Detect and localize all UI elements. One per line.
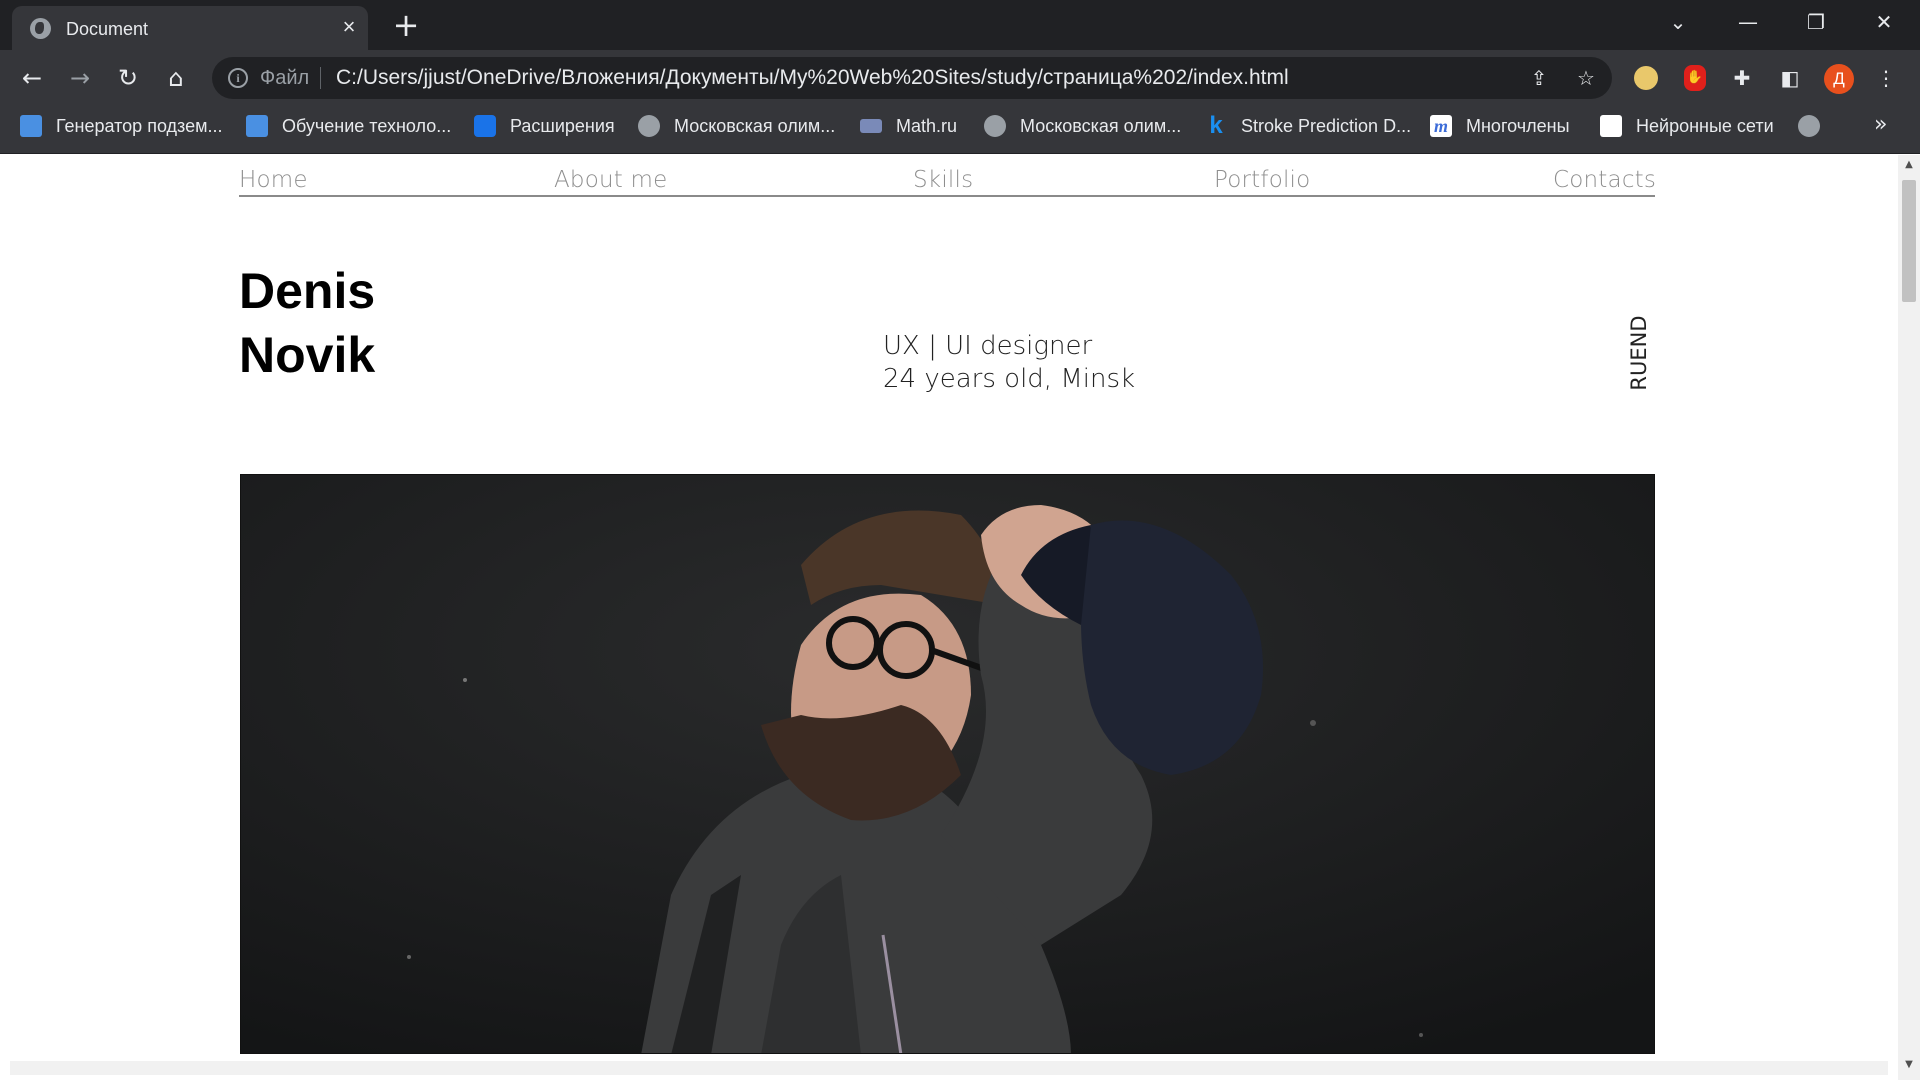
bookmark-item[interactable]: Math.ru (860, 106, 957, 146)
bookmark-item[interactable]: Московская олим... (984, 106, 1181, 146)
last-name: Novik (239, 327, 376, 383)
close-window-button[interactable]: ✕ (1864, 6, 1904, 38)
bookmark-item[interactable]: Московская олим... (638, 106, 835, 146)
globe-icon (638, 115, 660, 137)
kaggle-icon: k (1209, 112, 1223, 139)
nav-home[interactable]: Home (239, 167, 308, 193)
bookmark-item[interactable]: Генератор подзем... (20, 106, 223, 146)
tab-search-icon[interactable]: ⌄ (1658, 6, 1698, 38)
page-title: Denis Novik (239, 259, 375, 387)
profile-avatar[interactable]: Д (1824, 64, 1854, 94)
globe-icon (30, 18, 51, 39)
bookmark-label: Math.ru (896, 115, 958, 136)
side-panel-icon[interactable]: ◧ (1774, 62, 1806, 94)
close-tab-icon[interactable]: × (337, 15, 361, 39)
site-nav: Home About me Skills Portfolio Contacts (239, 167, 1656, 197)
intro: UX | UI designer 24 years old, Minsk (883, 330, 1135, 396)
nav-about[interactable]: About me (554, 167, 667, 193)
owl-extension-icon[interactable] (1634, 66, 1658, 90)
bookmark-item[interactable] (1798, 106, 1834, 146)
bio-text: 24 years old, Minsk (883, 364, 1136, 394)
bookmarks-bar: Генератор подзем... Обучение техноло... … (0, 106, 1920, 154)
scroll-down-icon[interactable]: ▼ (1903, 1059, 1915, 1071)
file-label: Файл (260, 67, 310, 89)
portrait-illustration (241, 475, 1654, 1053)
snowflake-icon (246, 115, 268, 137)
bookmark-item[interactable]: Расширения (474, 106, 615, 146)
restore-button[interactable]: ❐ (1796, 6, 1836, 38)
bookmark-label: Московская олим... (1020, 115, 1182, 136)
bookmark-item[interactable]: k Stroke Prediction D... (1205, 106, 1411, 146)
snowflake-icon (20, 115, 42, 137)
bookmark-label: Генератор подзем... (56, 115, 223, 136)
divider (320, 67, 321, 89)
globe-icon (1798, 115, 1820, 137)
new-tab-button[interactable]: + (390, 9, 422, 41)
menu-kebab-icon[interactable]: ⋮ (1870, 62, 1902, 94)
bookmark-label: Обучение техноло... (282, 115, 452, 136)
forward-button[interactable]: → (62, 60, 98, 96)
tab-strip: Document × + ⌄ — ❐ ✕ (0, 0, 1920, 50)
puzzle-icon (474, 115, 496, 137)
bookmark-item[interactable]: m Многочлены (1430, 106, 1570, 146)
minimize-button[interactable]: — (1728, 6, 1768, 38)
bookmark-label: Stroke Prediction D... (1241, 115, 1412, 136)
lang-ru[interactable]: RU (1627, 361, 1651, 391)
browser-toolbar: ← → ↻ ⌂ i Файл C:/Users/jjust/OneDrive/В… (0, 50, 1920, 106)
language-switch: RUEND (1627, 311, 1651, 395)
first-name: Denis (239, 263, 376, 319)
horizontal-scrollbar[interactable] (10, 1061, 1888, 1075)
bookmark-item[interactable]: Обучение техноло... (246, 106, 451, 146)
nav-skills[interactable]: Skills (913, 167, 973, 193)
scroll-thumb[interactable] (1902, 180, 1916, 302)
extensions-puzzle-icon[interactable]: ✚ (1726, 62, 1758, 94)
lang-en[interactable]: EN (1627, 332, 1651, 361)
hero-photo (240, 474, 1655, 1054)
role-text: UX | UI designer (883, 331, 1093, 361)
m-icon: m (1430, 115, 1452, 137)
scroll-up-icon[interactable]: ▲ (1903, 159, 1915, 171)
back-button[interactable]: ← (14, 60, 50, 96)
adblock-extension-icon[interactable]: ✋ (1684, 65, 1706, 91)
home-button[interactable]: ⌂ (158, 60, 194, 96)
more-bookmarks-icon[interactable]: » (1874, 112, 1887, 137)
info-icon[interactable]: i (228, 68, 248, 88)
page-viewport: Home About me Skills Portfolio Contacts … (0, 155, 1898, 1080)
bookmark-item[interactable]: Нейронные сети (1600, 106, 1774, 146)
globe-icon (984, 115, 1006, 137)
share-icon[interactable]: ⇪ (1527, 66, 1551, 90)
bookmark-label: Московская олим... (674, 115, 836, 136)
bookmark-label: Расширения (510, 115, 615, 136)
nav-portfolio[interactable]: Portfolio (1214, 167, 1310, 193)
url-text[interactable]: C:/Users/jjust/OneDrive/Вложения/Докумен… (336, 66, 1289, 90)
browser-tab[interactable]: Document × (12, 6, 368, 50)
lang-d[interactable]: D (1627, 315, 1651, 331)
bookmark-label: Нейронные сети (1636, 115, 1774, 136)
tab-title: Document (66, 19, 149, 39)
bookmark-star-icon[interactable]: ☆ (1574, 66, 1598, 90)
address-bar[interactable]: i Файл C:/Users/jjust/OneDrive/Вложения/… (212, 57, 1612, 99)
math-icon (860, 119, 882, 133)
nav-contacts[interactable]: Contacts (1553, 167, 1656, 193)
reload-button[interactable]: ↻ (110, 60, 146, 96)
bookmark-label: Многочлены (1466, 115, 1570, 136)
vertical-scrollbar[interactable]: ▲ ▼ (1898, 155, 1920, 1080)
neural-icon (1600, 115, 1622, 137)
